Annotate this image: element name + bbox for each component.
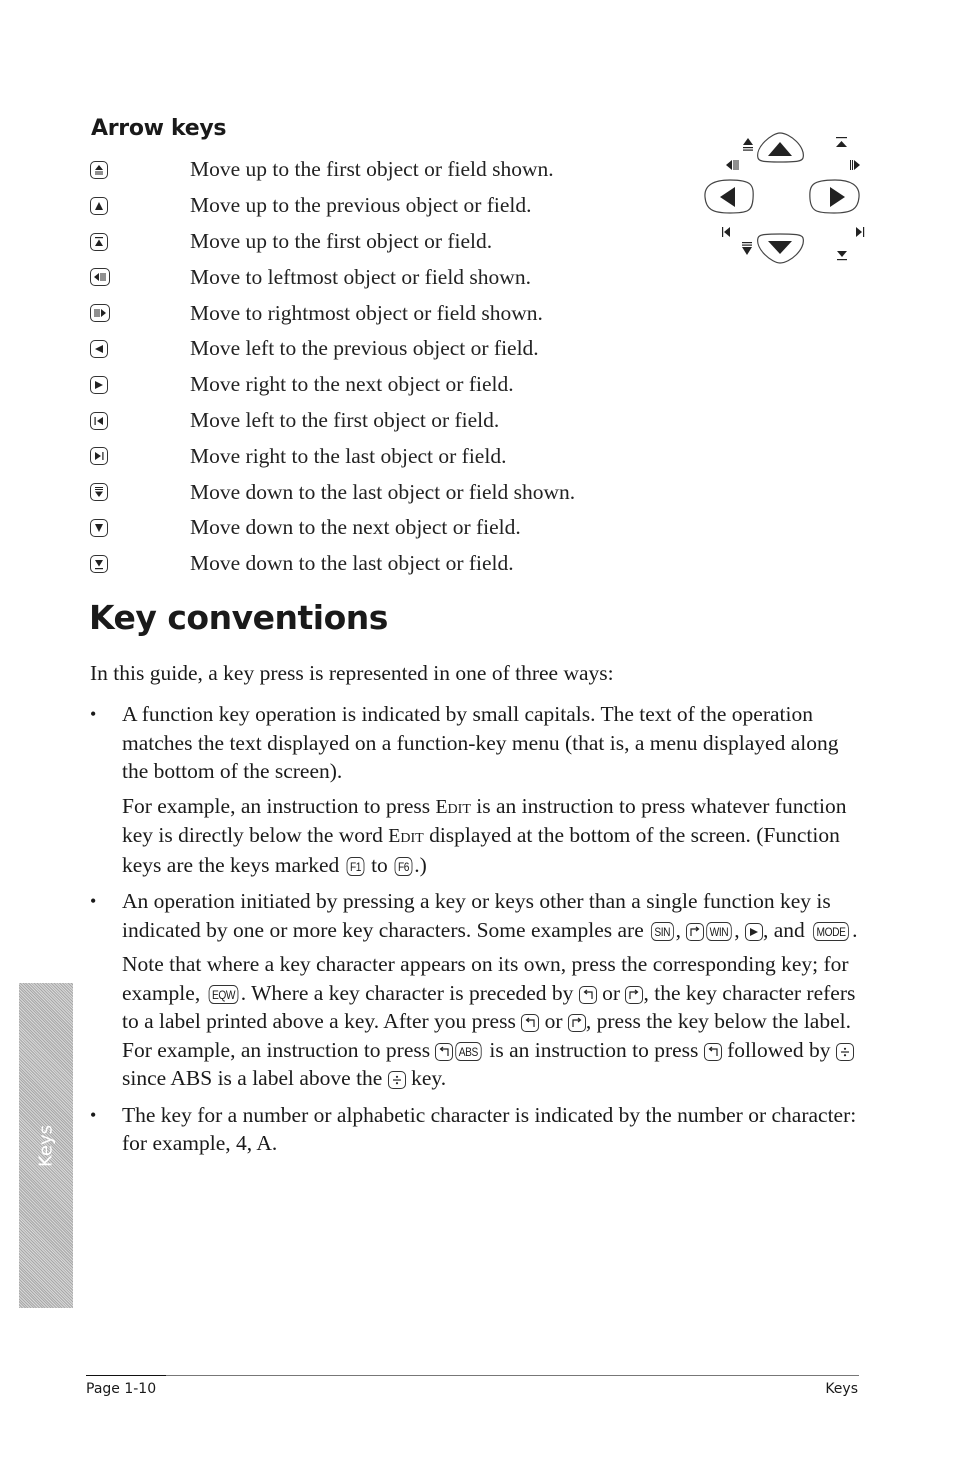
right-shift-key-icon [567, 1014, 586, 1033]
arrow-key-row: Move up to the previous object or field. [90, 188, 690, 224]
arrow-key-row: Move down to the next object or field. [90, 510, 690, 546]
page-number: Page 1-10 [86, 1381, 157, 1397]
mode-key-icon: MODE [813, 922, 850, 942]
bullet-icon: • [90, 704, 97, 724]
left-shift-key-icon [578, 985, 597, 1004]
bullet-icon: • [90, 891, 97, 911]
arrow-key-desc: Move to leftmost object or field shown. [190, 264, 531, 289]
convention-characters: • The key for a number or alphabetic cha… [90, 1101, 860, 1158]
arrow-key-row: Move to rightmost object or field shown. [90, 295, 690, 331]
arrow-keypad-diagram [704, 132, 865, 264]
arrow-key-row: Move to leftmost object or field shown. [90, 259, 690, 295]
dpad-left-key [704, 179, 754, 214]
rightmost-shown-icon [90, 304, 110, 323]
sin-key-icon: SIN [651, 922, 674, 942]
arrow-key-desc: Move down to the last object or field. [190, 551, 514, 576]
left-shift-key-icon [703, 1042, 722, 1061]
arrow-key-row: Move right to the next object or field. [90, 367, 690, 403]
down-last-shown-icon [742, 242, 752, 255]
up-first-shown-icon [743, 138, 753, 151]
arrow-key-row: Move down to the last object or field. [90, 546, 690, 582]
left-arrow-icon [90, 340, 108, 359]
down-arrow-icon [90, 519, 108, 538]
arrow-key-row: Move up to the first object or field sho… [90, 152, 690, 188]
arrow-key-row: Move left to the first object or field. [90, 403, 690, 439]
arrow-key-desc: Move right to the last object or field. [190, 443, 507, 468]
right-last-icon [90, 447, 108, 466]
edit-smallcaps: Edit [388, 825, 424, 847]
left-shift-key-icon [435, 1042, 454, 1061]
function-key-paragraph: A function key operation is indicated by… [122, 702, 839, 783]
f6-key-icon: F6 [394, 857, 413, 877]
up-first-icon [90, 232, 108, 251]
footer-rule [86, 1374, 859, 1376]
right-shift-key-icon [625, 985, 644, 1004]
convention-key-characters: • An operation initiated by pressing a k… [90, 887, 860, 1093]
arrow-keys-heading: Arrow keys [91, 116, 227, 141]
arrow-key-desc: Move right to the next object or field. [190, 372, 514, 397]
arrow-key-desc: Move left to the first object or field. [190, 407, 500, 432]
footer-section: Keys [825, 1381, 858, 1397]
down-last-icon [90, 554, 108, 573]
right-last-icon [856, 227, 865, 237]
shift-keys-note: Note that where a key character appears … [122, 952, 856, 1090]
right-arrow-icon [90, 375, 108, 394]
down-last-icon [837, 251, 847, 261]
arrow-key-row: Move up to the first object or field. [90, 224, 690, 260]
right-shift-key-icon [686, 922, 705, 941]
arrow-keys-list: Move up to the first object or field sho… [90, 152, 690, 582]
side-tab-label: Keys [35, 1124, 57, 1167]
edit-smallcaps: Edit [435, 795, 471, 818]
arrow-key-row: Move left to the previous object or fiel… [90, 331, 690, 367]
arrow-key-desc: Move up to the first object or field. [190, 228, 493, 253]
leftmost-shown-icon [90, 268, 110, 287]
up-first-shown-icon [90, 161, 108, 180]
f1-key-icon: F1 [346, 857, 365, 877]
win-key-icon: WIN [706, 922, 732, 942]
convention-function-keys: • A function key operation is indicated … [90, 700, 860, 879]
up-first-icon [836, 137, 847, 147]
eqw-key-icon: EQW [208, 985, 239, 1005]
conventions-list: • A function key operation is indicated … [90, 700, 860, 1166]
left-shift-key-icon [521, 1014, 540, 1033]
dpad-up-key [757, 132, 804, 163]
arrow-key-desc: Move down to the last object or field sh… [190, 479, 576, 504]
arrow-key-desc: Move up to the previous object or field. [190, 193, 532, 218]
divide-key-icon [835, 1042, 854, 1061]
bullet-icon: • [90, 1104, 97, 1125]
divide-key-icon [387, 1071, 406, 1090]
left-first-icon [722, 227, 730, 237]
key-conventions-heading: Key conventions [89, 598, 388, 637]
arrow-key-row: Move right to the last object or field. [90, 438, 690, 474]
arrow-key-row: Move down to the last object or field sh… [90, 474, 690, 510]
arrow-key-desc: Move left to the previous object or fiel… [190, 336, 539, 361]
key-characters-paragraph: An operation initiated by pressing a key… [122, 889, 858, 942]
arrow-key-desc: Move down to the next object or field. [190, 515, 521, 540]
characters-paragraph: The key for a number or alphabetic chara… [122, 1102, 857, 1156]
function-key-example: For example, an instruction to press Edi… [122, 793, 847, 877]
dpad-right-key [809, 179, 860, 214]
dpad-down-key [757, 233, 804, 264]
leftmost-shown-icon [726, 160, 739, 170]
left-first-icon [90, 411, 108, 430]
down-last-shown-icon [90, 483, 108, 502]
abs-key-icon: ABS [455, 1042, 482, 1062]
intro-text: In this guide, a key press is represente… [90, 661, 614, 685]
rightmost-shown-icon [850, 160, 860, 170]
up-arrow-icon [90, 196, 108, 215]
arrow-key-desc: Move up to the first object or field sho… [190, 157, 554, 182]
arrow-key-desc: Move to rightmost object or field shown. [190, 300, 543, 325]
right-arrow-key-icon [744, 922, 763, 941]
section-side-tab: Keys [19, 983, 73, 1308]
